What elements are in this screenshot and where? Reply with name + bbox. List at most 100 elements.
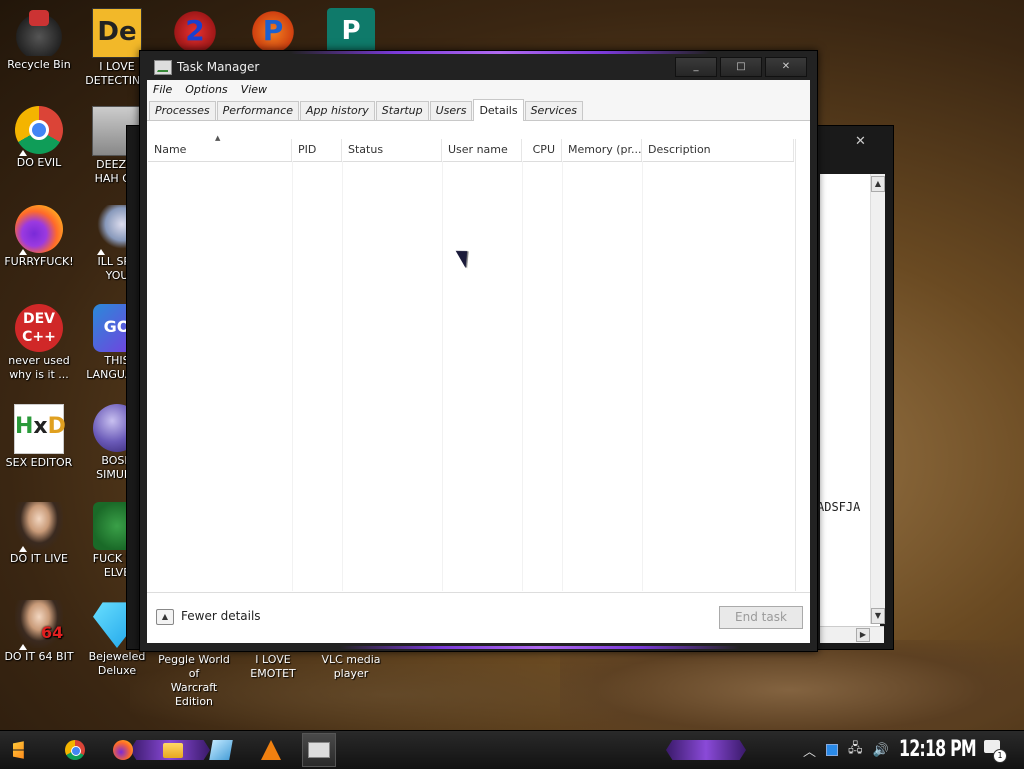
tab-details[interactable]: Details [473, 99, 524, 121]
shortcut-arrow-icon [19, 644, 27, 650]
column-divider [562, 161, 563, 591]
task-manager-client: File Options View Processes Performance … [147, 80, 810, 643]
tab-startup[interactable]: Startup [375, 101, 429, 120]
detect-it-easy-icon: De [92, 8, 142, 58]
desktop-icon-label: FURRYFUCK! [4, 255, 74, 268]
shortcut-arrow-icon [19, 546, 27, 552]
desktop-icon-label: DO EVIL [16, 156, 62, 169]
close-button[interactable]: ✕ [765, 57, 807, 77]
start-icon [13, 741, 24, 759]
tab-services[interactable]: Services [524, 101, 583, 120]
column-header-name[interactable]: Name [148, 139, 292, 161]
chrome-icon [15, 106, 63, 156]
hxd-glyph-x: x [33, 414, 48, 439]
shortcut-arrow-icon [19, 249, 27, 255]
taskbar-accent [666, 740, 746, 760]
column-header-user-name[interactable]: User name [442, 139, 522, 161]
column-divider [642, 161, 643, 591]
scroll-right-icon[interactable]: ▶ [856, 628, 870, 642]
taskbar-firefox[interactable] [106, 733, 140, 767]
window-controls: _ □ ✕ [672, 57, 807, 77]
desktop-icon-peggle[interactable]: Peggle World of Warcraft Edition [154, 653, 234, 709]
publisher-icon: P [327, 8, 375, 56]
desktop-icon-label: Recycle Bin [7, 58, 71, 71]
menu-file[interactable]: File [153, 83, 172, 96]
recycle-bin-icon [15, 8, 63, 56]
desktop-icon-emotet[interactable]: I LOVE EMOTET [234, 653, 312, 681]
tab-processes[interactable]: Processes [149, 101, 216, 120]
tab-users[interactable]: Users [429, 101, 473, 120]
network-icon[interactable]: 🖧 [848, 739, 863, 761]
scroll-down-icon[interactable]: ▼ [871, 608, 885, 624]
background-window-hscrollbar[interactable]: ▶ [820, 626, 884, 643]
menu-options[interactable]: Options [185, 83, 227, 96]
process-list[interactable] [148, 161, 794, 591]
task-manager-window[interactable]: Task Manager _ □ ✕ File Options View Pro… [139, 50, 818, 652]
background-window-text: ADSFJA [817, 500, 861, 514]
footer-bar: ▲ Fewer details End task [147, 592, 810, 643]
tab-performance[interactable]: Performance [216, 101, 299, 120]
taskbar-vlc[interactable] [254, 733, 288, 767]
shortcut-arrow-icon [19, 150, 27, 156]
volume-icon[interactable]: 🔊 [873, 743, 889, 758]
tray-app-icon[interactable] [826, 744, 839, 756]
system-tray: ︿ 🖧 🔊 [803, 731, 899, 769]
background-window-scrollbar[interactable]: ▲ ▼ [870, 174, 885, 624]
letter-p-icon: P [249, 8, 297, 56]
tab-app-history[interactable]: App history [299, 101, 375, 120]
column-divider [522, 161, 523, 591]
desktop-icon-do-it-live[interactable]: DO IT LIVE [0, 502, 78, 566]
notification-count-badge: 1 [993, 749, 1007, 763]
taskbar-glass-app[interactable] [204, 733, 238, 767]
chrome-icon [65, 740, 85, 760]
column-divider [292, 161, 293, 591]
window-title: Task Manager [177, 60, 260, 74]
desktop-icon-label: player [333, 667, 369, 680]
shortcut-arrow-icon [97, 249, 105, 255]
folder-icon [163, 742, 183, 758]
desktop-icon-do-evil[interactable]: DO EVIL [0, 106, 78, 170]
scroll-up-icon[interactable]: ▲ [871, 176, 885, 192]
column-header-cpu[interactable]: CPU [522, 139, 562, 161]
minimize-button[interactable]: _ [675, 57, 717, 77]
taskbar-chrome[interactable] [58, 733, 92, 767]
desktop-icon-label: Deluxe [97, 664, 137, 677]
background-window-close-icon[interactable]: ✕ [855, 134, 866, 149]
vlc-cone-icon [261, 740, 281, 760]
desktop-icon-label: Peggle World of [158, 653, 230, 680]
desktop-icon-recycle-bin[interactable]: Recycle Bin [0, 8, 78, 72]
portrait-64-icon: 64 [15, 600, 63, 650]
list-scrollbar[interactable] [795, 139, 810, 591]
hxd-glyph-d: D [47, 414, 66, 439]
column-header-status[interactable]: Status [342, 139, 442, 161]
start-button[interactable] [8, 733, 42, 767]
desktop-icon-label: VLC media [321, 653, 381, 666]
clock[interactable]: 12:18 PM [899, 733, 977, 767]
task-manager-icon [308, 742, 330, 758]
maximize-button[interactable]: □ [720, 57, 762, 77]
taskbar-task-manager[interactable] [302, 733, 336, 767]
menu-view[interactable]: View [241, 83, 267, 96]
desktop-icon-vlc[interactable]: VLC media player [312, 653, 390, 681]
desktop-icon-label: DO IT LIVE [10, 552, 68, 565]
desktop-icon-label: DO IT 64 BIT [4, 650, 74, 663]
title-accent [290, 51, 710, 54]
tray-overflow-icon[interactable]: ︿ [803, 741, 816, 760]
title-bar[interactable]: Task Manager [154, 57, 259, 77]
desktop-icon-sex-editor[interactable]: HxD SEX EDITOR [0, 404, 78, 470]
fewer-details-link[interactable]: Fewer details [181, 609, 261, 623]
taskbar-file-explorer[interactable] [156, 733, 190, 767]
hxd-glyph-h: H [15, 414, 34, 439]
desktop-icon-label: Warcraft Edition [170, 681, 218, 708]
end-task-button[interactable]: End task [719, 606, 803, 629]
column-header-memory[interactable]: Memory (pr... [562, 139, 642, 161]
desktop-icon-never-used[interactable]: DEV C++ never used why is it ... [0, 304, 78, 382]
desktop-icon-label: never used [8, 354, 70, 367]
desktop-icon-furryfuck[interactable]: FURRYFUCK! [0, 205, 78, 269]
column-header-pid[interactable]: PID [292, 139, 342, 161]
column-divider [342, 161, 343, 591]
fewer-details-chevron-icon[interactable]: ▲ [156, 609, 174, 625]
column-header-row: Name PID Status User name CPU Memory (pr… [148, 139, 794, 162]
desktop-icon-do-it-64[interactable]: 64 DO IT 64 BIT [0, 600, 78, 664]
column-header-description[interactable]: Description [642, 139, 794, 161]
